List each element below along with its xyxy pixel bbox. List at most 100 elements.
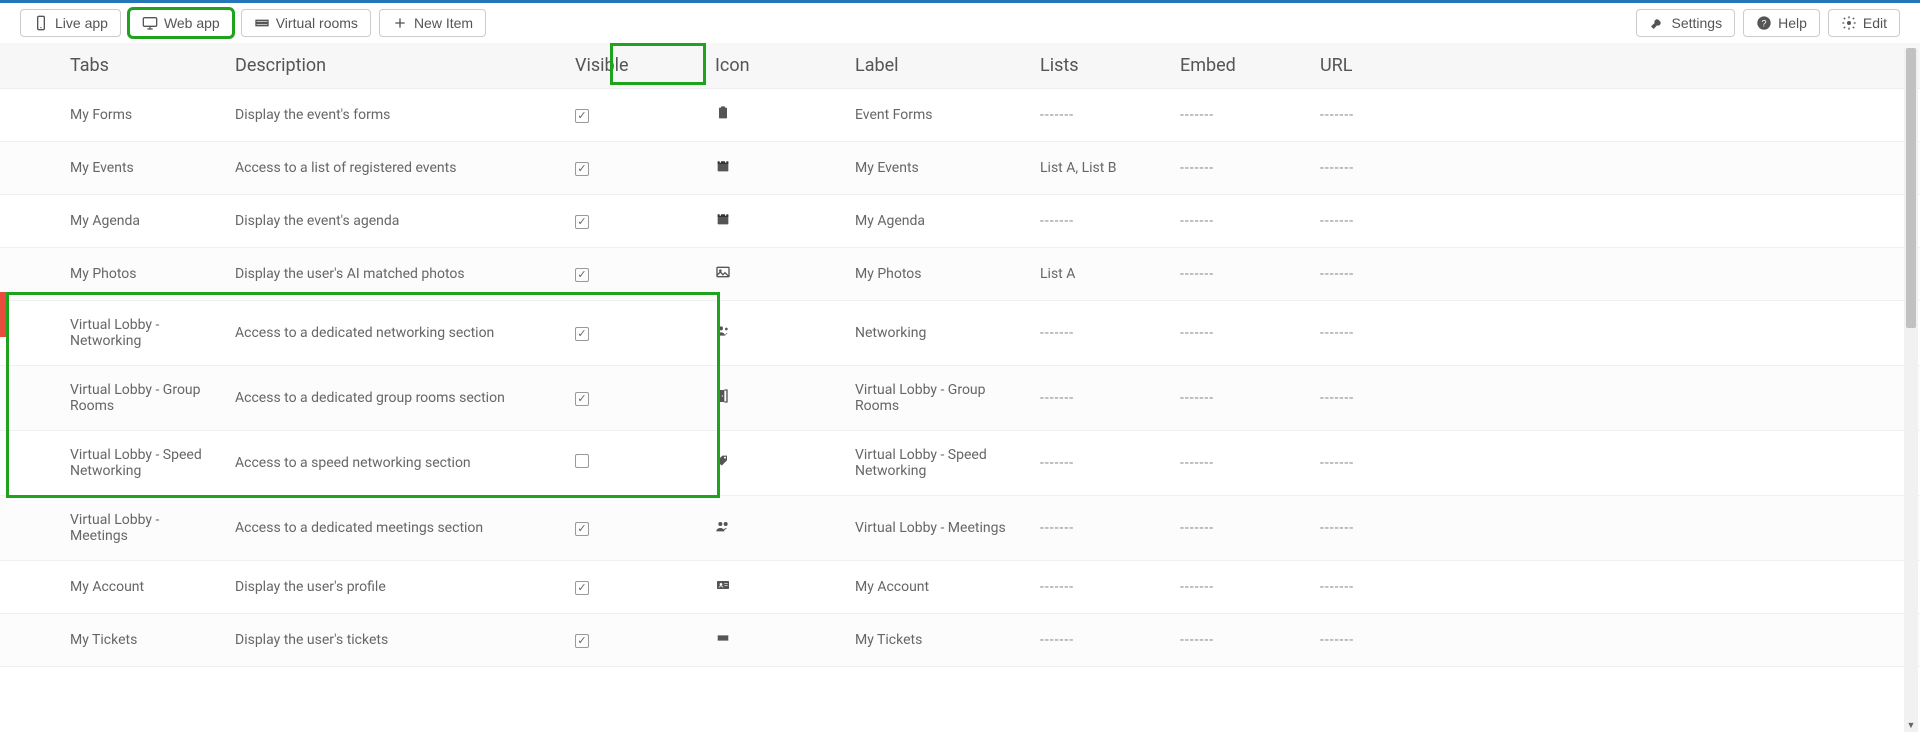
tab-name: Virtual Lobby - Networking xyxy=(0,301,225,366)
edit-button[interactable]: Edit xyxy=(1828,9,1900,37)
phone-icon xyxy=(33,15,49,31)
door-icon xyxy=(715,392,731,408)
label-cell: Virtual Lobby - Speed Networking xyxy=(845,431,1030,496)
icon-cell xyxy=(705,301,845,366)
virtual-rooms-button[interactable]: Virtual rooms xyxy=(241,9,371,37)
icon-cell xyxy=(705,248,845,301)
tab-name: My Tickets xyxy=(0,614,225,667)
embed-cell: ------- xyxy=(1170,195,1310,248)
col-header-lists[interactable]: Lists xyxy=(1030,43,1170,89)
visible-cell xyxy=(565,195,705,248)
settings-label: Settings xyxy=(1671,15,1722,31)
lists-cell: List A xyxy=(1030,248,1170,301)
visible-cell xyxy=(565,431,705,496)
visible-checkbox[interactable] xyxy=(575,215,589,229)
visible-checkbox[interactable] xyxy=(575,392,589,406)
table-row[interactable]: Virtual Lobby - Speed NetworkingAccess t… xyxy=(0,431,1920,496)
question-icon: ? xyxy=(1756,15,1772,31)
people-icon xyxy=(715,327,731,343)
col-header-visible[interactable]: Visible xyxy=(565,43,705,89)
edit-label: Edit xyxy=(1863,15,1887,31)
visible-checkbox[interactable] xyxy=(575,268,589,282)
description: Access to a speed networking section xyxy=(225,431,565,496)
toolbar-right: Settings ?Help Edit xyxy=(1636,9,1900,37)
live-app-label: Live app xyxy=(55,15,108,31)
lists-cell: ------- xyxy=(1030,561,1170,614)
col-header-embed[interactable]: Embed xyxy=(1170,43,1310,89)
table-row[interactable]: My AccountDisplay the user's profileMy A… xyxy=(0,561,1920,614)
col-header-label[interactable]: Label xyxy=(845,43,1030,89)
icon-cell xyxy=(705,496,845,561)
col-header-url[interactable]: URL xyxy=(1310,43,1920,89)
vertical-scrollbar[interactable]: ▼ xyxy=(1904,48,1918,732)
table-row[interactable]: My EventsAccess to a list of registered … xyxy=(0,142,1920,195)
live-app-button[interactable]: Live app xyxy=(20,9,121,37)
table-row[interactable]: My TicketsDisplay the user's ticketsMy T… xyxy=(0,614,1920,667)
visible-checkbox[interactable] xyxy=(575,581,589,595)
icon-cell xyxy=(705,561,845,614)
table-row[interactable]: My FormsDisplay the event's formsEvent F… xyxy=(0,89,1920,142)
label-cell: My Account xyxy=(845,561,1030,614)
visible-checkbox[interactable] xyxy=(575,327,589,341)
idcard-icon xyxy=(715,581,731,597)
visible-cell xyxy=(565,614,705,667)
svg-text:?: ? xyxy=(1761,18,1766,28)
scrollbar-arrow-down[interactable]: ▼ xyxy=(1904,718,1918,732)
tab-name: My Forms xyxy=(0,89,225,142)
embed-cell: ------- xyxy=(1170,248,1310,301)
url-cell: ------- xyxy=(1310,248,1920,301)
visible-checkbox[interactable] xyxy=(575,109,589,123)
url-cell: ------- xyxy=(1310,301,1920,366)
visible-checkbox[interactable] xyxy=(575,454,589,468)
visible-checkbox[interactable] xyxy=(575,634,589,648)
description: Display the user's tickets xyxy=(225,614,565,667)
col-header-description[interactable]: Description xyxy=(225,43,565,89)
visible-cell xyxy=(565,366,705,431)
people2-icon xyxy=(715,522,731,538)
tab-name: Virtual Lobby - Speed Networking xyxy=(0,431,225,496)
lists-cell: List A, List B xyxy=(1030,142,1170,195)
icon-cell xyxy=(705,366,845,431)
visible-checkbox[interactable] xyxy=(575,162,589,176)
url-cell: ------- xyxy=(1310,561,1920,614)
web-app-button[interactable]: Web app xyxy=(129,9,233,37)
embed-cell: ------- xyxy=(1170,89,1310,142)
table-row[interactable]: My AgendaDisplay the event's agendaMy Ag… xyxy=(0,195,1920,248)
tabs-table: Tabs Description Visible Icon Label List… xyxy=(0,43,1920,667)
embed-cell: ------- xyxy=(1170,142,1310,195)
lists-cell: ------- xyxy=(1030,89,1170,142)
new-item-button[interactable]: New Item xyxy=(379,9,486,37)
lists-cell: ------- xyxy=(1030,366,1170,431)
visible-checkbox[interactable] xyxy=(575,522,589,536)
col-header-icon[interactable]: Icon xyxy=(705,43,845,89)
label-cell: Networking xyxy=(845,301,1030,366)
plus-icon xyxy=(392,15,408,31)
tab-name: My Account xyxy=(0,561,225,614)
embed-cell: ------- xyxy=(1170,366,1310,431)
tab-name: My Events xyxy=(0,142,225,195)
url-cell: ------- xyxy=(1310,195,1920,248)
col-header-tabs[interactable]: Tabs xyxy=(0,43,225,89)
lists-cell: ------- xyxy=(1030,301,1170,366)
visible-cell xyxy=(565,561,705,614)
label-cell: My Events xyxy=(845,142,1030,195)
scrollbar-thumb[interactable] xyxy=(1906,48,1916,328)
description: Access to a dedicated group rooms sectio… xyxy=(225,366,565,431)
table-row[interactable]: Virtual Lobby - NetworkingAccess to a de… xyxy=(0,301,1920,366)
url-cell: ------- xyxy=(1310,89,1920,142)
table-row[interactable]: Virtual Lobby - MeetingsAccess to a dedi… xyxy=(0,496,1920,561)
web-app-label: Web app xyxy=(164,15,220,31)
image-icon xyxy=(715,268,731,284)
label-cell: Virtual Lobby - Group Rooms xyxy=(845,366,1030,431)
settings-button[interactable]: Settings xyxy=(1636,9,1735,37)
visible-cell xyxy=(565,89,705,142)
help-button[interactable]: ?Help xyxy=(1743,9,1820,37)
label-cell: My Agenda xyxy=(845,195,1030,248)
table-row[interactable]: Virtual Lobby - Group Rooms Access to a d… xyxy=(0,366,1920,431)
table-row[interactable]: My PhotosDisplay the user's AI matched p… xyxy=(0,248,1920,301)
tab-name: My Photos xyxy=(0,248,225,301)
stack-icon xyxy=(254,15,270,31)
embed-cell: ------- xyxy=(1170,561,1310,614)
table-container: Tabs Description Visible Icon Label List… xyxy=(0,43,1920,727)
description: Access to a dedicated networking section xyxy=(225,301,565,366)
